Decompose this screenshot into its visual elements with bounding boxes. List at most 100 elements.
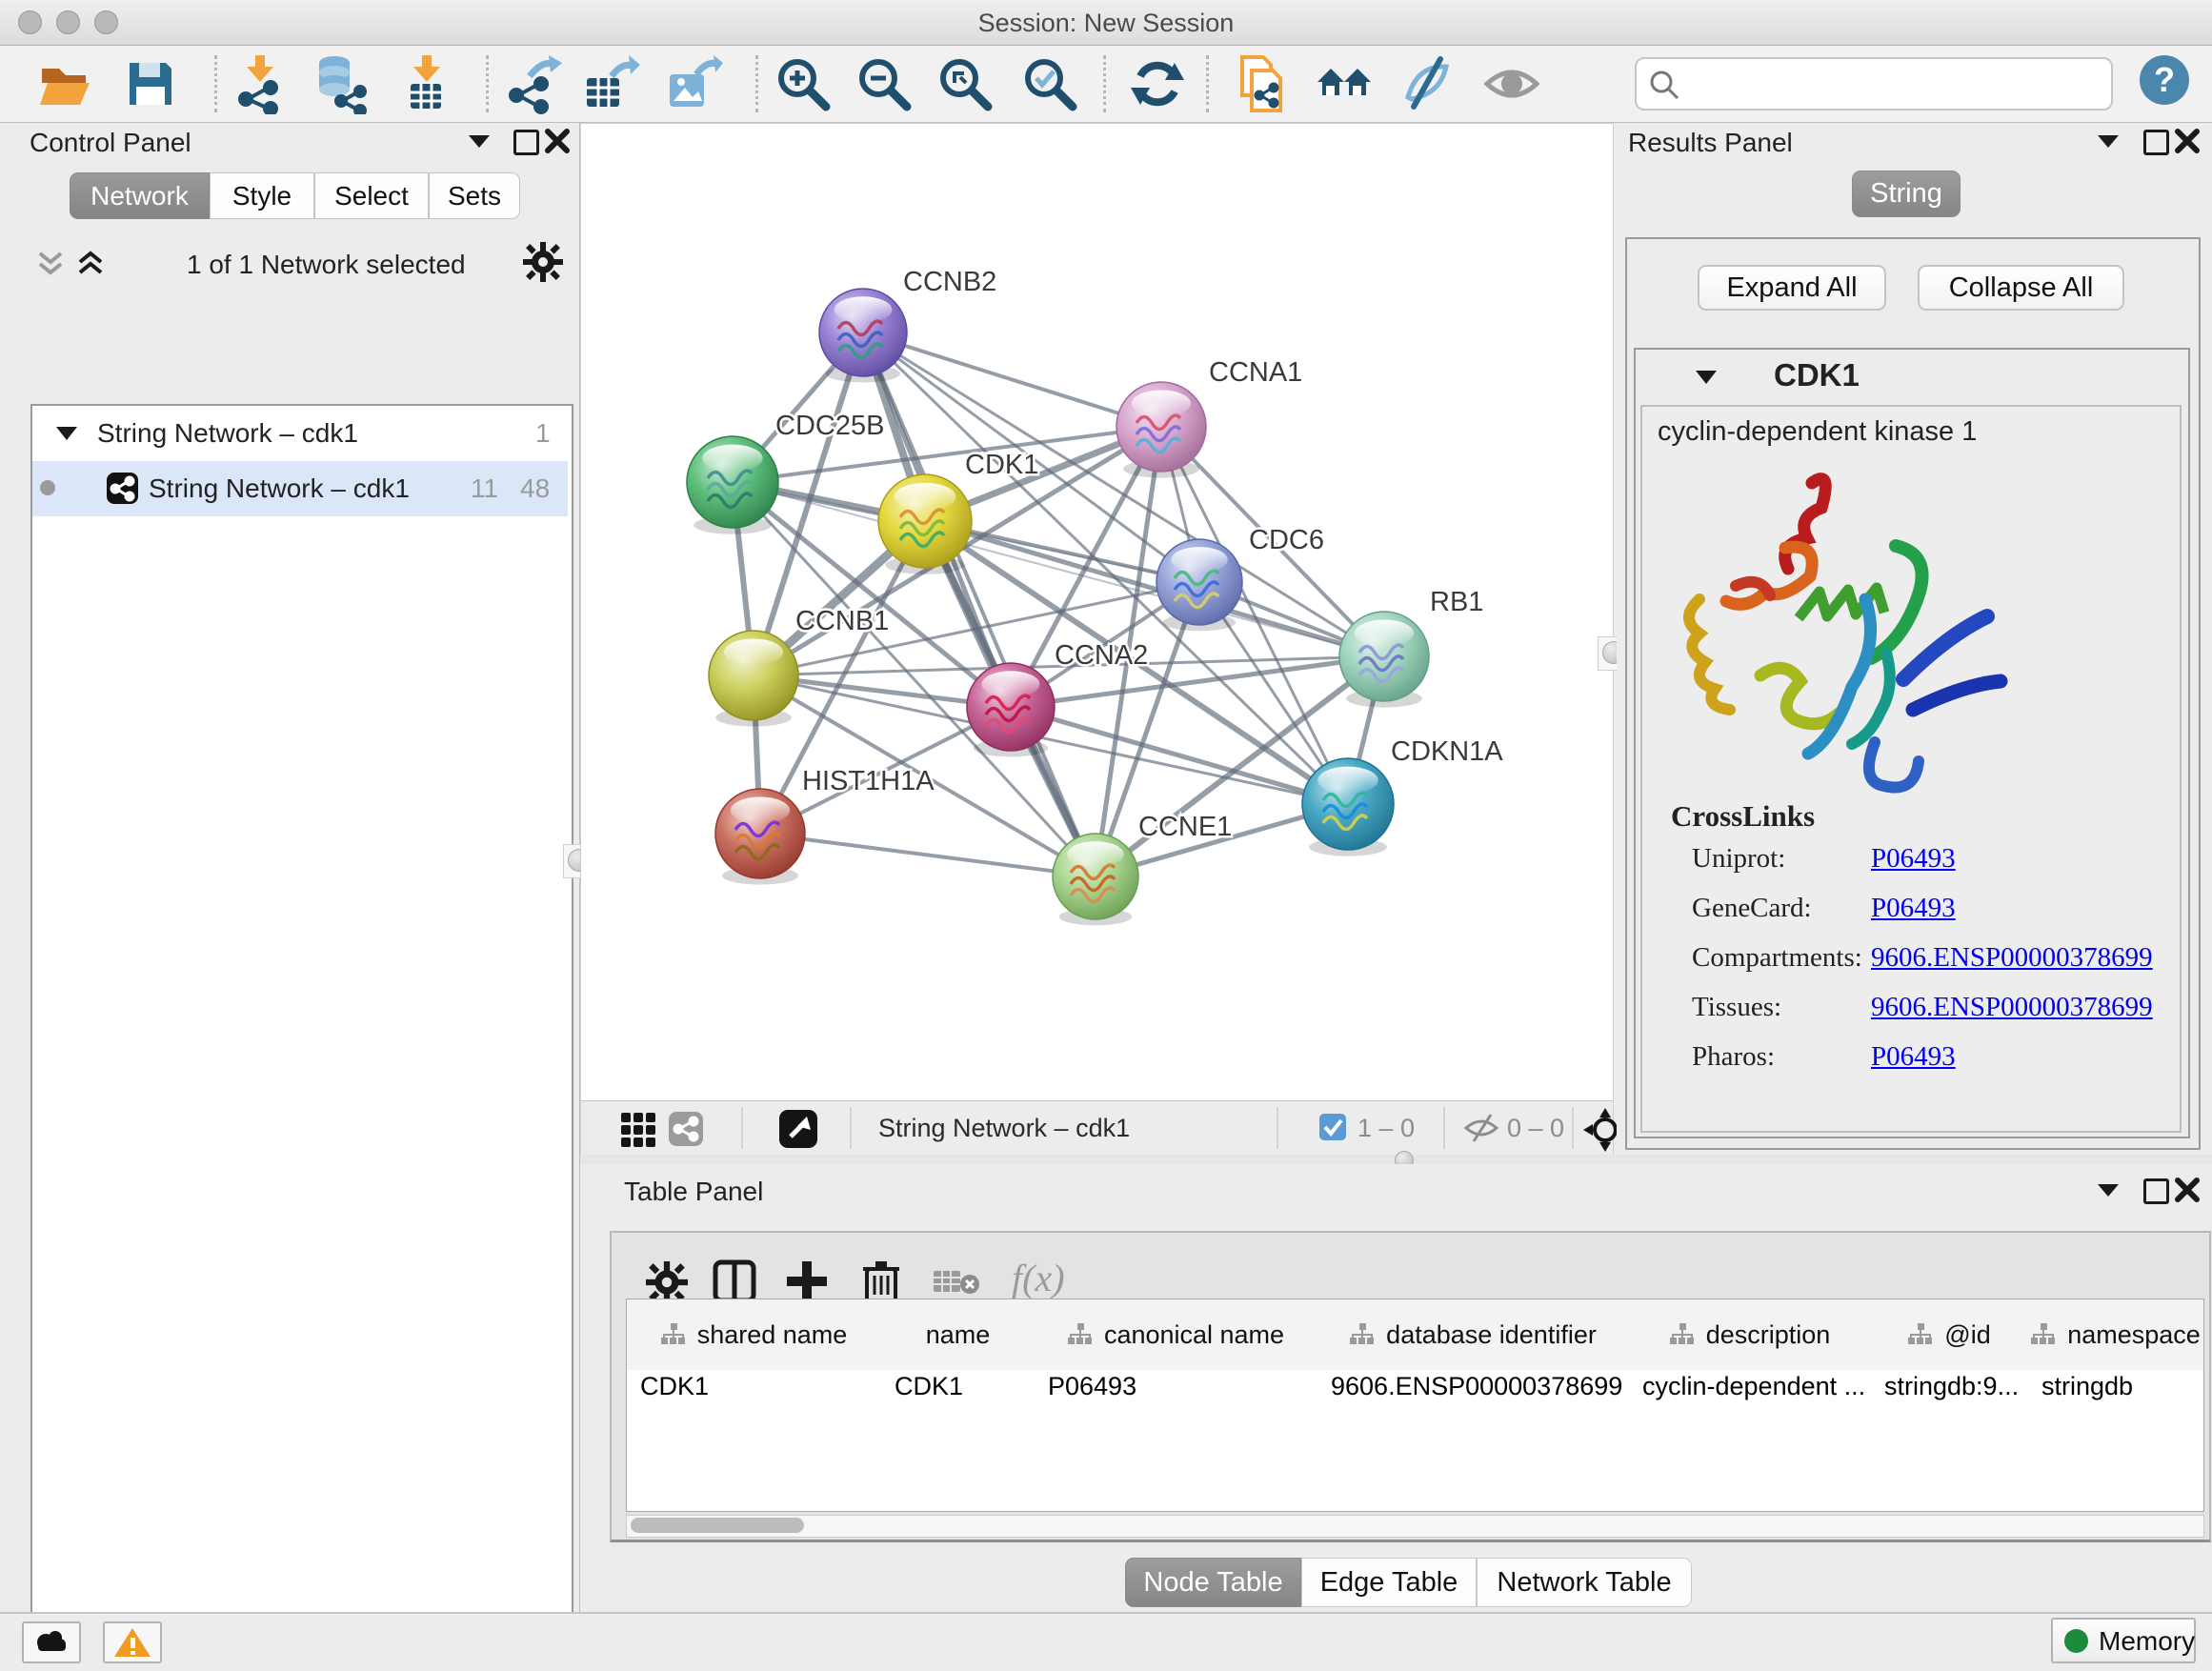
import-network-from-database-button[interactable] — [310, 53, 371, 114]
node-CCNA1[interactable]: CCNA1 — [1116, 357, 1302, 478]
memory-button[interactable]: Memory — [2051, 1618, 2196, 1663]
crosslink-genecard-link[interactable]: P06493 — [1871, 893, 1956, 924]
table-horizontal-scrollbar[interactable] — [626, 1515, 2204, 1538]
gene-section-caret-icon[interactable] — [1696, 371, 1717, 384]
column-header-canonical-name[interactable]: canonical name — [1035, 1299, 1319, 1370]
string-network-graph[interactable]: CCNB2CCNA1CDC25BCDK1CDC6RB1CCNB1CCNA2CDK… — [581, 124, 1613, 1101]
toolbar-separator — [1572, 1107, 1574, 1149]
column-tree-icon — [1350, 1323, 1375, 1346]
collection-caret-icon[interactable] — [56, 427, 77, 440]
table-panel-menu-caret-icon[interactable] — [2098, 1184, 2119, 1197]
collapse-all-button[interactable]: Collapse All — [1918, 265, 2124, 311]
column-header-id[interactable]: @id — [1871, 1299, 2030, 1370]
tab-network-table[interactable]: Network Table — [1477, 1558, 1692, 1607]
grid-view-icon[interactable] — [621, 1113, 655, 1147]
home-networks-button[interactable] — [1314, 53, 1375, 114]
cloud-status-button[interactable] — [22, 1621, 81, 1663]
import-network-button[interactable] — [229, 53, 290, 114]
column-header-namespace[interactable]: namespace — [2028, 1299, 2203, 1370]
column-header-description[interactable]: description — [1629, 1299, 1873, 1370]
birdseye-view-icon[interactable] — [779, 1110, 817, 1148]
zoom-in-button[interactable] — [773, 53, 834, 114]
network-row[interactable]: String Network – cdk1 11 48 — [32, 461, 568, 516]
network-label: String Network – cdk1 — [149, 473, 410, 504]
table-scrollbar-thumb[interactable] — [631, 1518, 804, 1533]
show-column-icon[interactable] — [713, 1259, 756, 1303]
crosslink-compartments-link[interactable]: 9606.ENSP00000378699 — [1871, 942, 2153, 974]
network-options-gear-icon[interactable] — [523, 242, 563, 282]
zoom-selected-button[interactable] — [1019, 53, 1080, 114]
export-table-button[interactable] — [579, 53, 640, 114]
tab-edge-table[interactable]: Edge Table — [1301, 1558, 1477, 1607]
help-button[interactable]: ? — [2136, 51, 2197, 112]
network-view-toolbar: String Network – cdk1 1 – 0 0 – 0 — [580, 1100, 1614, 1157]
apply-layout-button[interactable] — [1127, 53, 1188, 114]
cell-description[interactable]: cyclin-dependent ... — [1629, 1372, 1871, 1416]
zoom-fit-button[interactable] — [935, 53, 995, 114]
crosslink-label: Uniprot: — [1692, 843, 1785, 874]
crosslink-row: Pharos: — [1692, 1041, 1775, 1073]
edge-CCNE1-HIST1H1A[interactable] — [760, 834, 1096, 876]
column-header-name[interactable]: name — [881, 1299, 1036, 1370]
node-label-RB1: RB1 — [1430, 587, 1483, 617]
results-panel-menu-caret-icon[interactable] — [2098, 135, 2119, 148]
node-RB1[interactable]: RB1 — [1339, 587, 1483, 708]
cell-id[interactable]: stringdb:9... — [1871, 1372, 2028, 1416]
node-CDKN1A[interactable]: CDKN1A — [1302, 736, 1503, 856]
open-session-button[interactable] — [34, 53, 95, 114]
tab-string[interactable]: String — [1852, 171, 1961, 217]
cell-shared-name[interactable]: CDK1 — [627, 1372, 881, 1416]
control-panel-float-icon[interactable] — [513, 130, 539, 155]
table-panel-float-icon[interactable] — [2143, 1178, 2169, 1204]
warnings-button[interactable] — [103, 1621, 162, 1663]
crosslink-pharos-link[interactable]: P06493 — [1871, 1041, 1956, 1073]
create-column-icon[interactable] — [785, 1259, 829, 1303]
network-tree: String Network – cdk1 1 String Network –… — [30, 404, 573, 1671]
collapse-tree-icon[interactable] — [74, 248, 107, 276]
crosslink-tissues-link[interactable]: 9606.ENSP00000378699 — [1871, 992, 2153, 1023]
control-panel-close-icon[interactable] — [544, 128, 571, 154]
cell-name[interactable]: CDK1 — [881, 1372, 1035, 1416]
selected-checkbox-icon[interactable] — [1319, 1114, 1346, 1140]
hide-selected-button[interactable] — [1397, 53, 1458, 114]
results-panel-float-icon[interactable] — [2143, 130, 2169, 155]
cell-namespace[interactable]: stringdb — [2028, 1372, 2203, 1416]
node-HIST1H1A[interactable]: HIST1H1A — [715, 766, 935, 885]
gene-description: cyclin-dependent kinase 1 — [1658, 416, 1977, 448]
cell-database-identifier[interactable]: 9606.ENSP00000378699 — [1317, 1372, 1629, 1416]
network-collection-row[interactable]: String Network – cdk1 1 — [32, 406, 568, 461]
selected-counts: 1 – 0 — [1357, 1114, 1415, 1143]
results-panel-close-icon[interactable] — [2174, 128, 2201, 154]
tab-style[interactable]: Style — [210, 172, 314, 219]
network-canvas[interactable]: CCNB2CCNA1CDC25BCDK1CDC6RB1CCNB1CCNA2CDK… — [580, 123, 1614, 1102]
tab-select[interactable]: Select — [314, 172, 429, 219]
cell-canonical-name[interactable]: P06493 — [1035, 1372, 1317, 1416]
table-gear-icon[interactable] — [646, 1261, 688, 1303]
import-table-button[interactable] — [395, 53, 456, 114]
edge-CCNB2-CCNA1[interactable] — [863, 332, 1161, 427]
show-all-button[interactable] — [1481, 53, 1542, 114]
expand-all-button[interactable]: Expand All — [1698, 265, 1886, 311]
save-session-button[interactable] — [120, 53, 181, 114]
node-label-CCNA2: CCNA2 — [1055, 640, 1148, 671]
crosslink-uniprot-link[interactable]: P06493 — [1871, 843, 1956, 875]
column-header-shared-name[interactable]: shared name — [627, 1299, 883, 1370]
node-gloss-highlight — [731, 796, 790, 823]
node-CCNE1[interactable]: CCNE1 — [1053, 812, 1232, 925]
tab-sets[interactable]: Sets — [429, 172, 520, 219]
node-gloss-highlight — [1132, 390, 1191, 416]
network-type-share-icon[interactable] — [669, 1112, 703, 1146]
control-panel-menu-caret-icon[interactable] — [469, 135, 490, 148]
export-network-button[interactable] — [501, 53, 562, 114]
export-image-button[interactable] — [662, 53, 723, 114]
tab-node-table[interactable]: Node Table — [1125, 1558, 1301, 1607]
delete-column-icon[interactable] — [859, 1258, 903, 1303]
search-input[interactable] — [1635, 57, 2113, 111]
column-header-database-identifier[interactable]: database identifier — [1317, 1299, 1631, 1370]
table-panel-close-icon[interactable] — [2174, 1177, 2201, 1203]
node-table[interactable]: shared name name canonical name database… — [626, 1299, 2204, 1512]
expand-tree-icon[interactable] — [34, 250, 67, 278]
clone-network-button[interactable] — [1231, 53, 1292, 114]
zoom-out-button[interactable] — [854, 53, 915, 114]
tab-network[interactable]: Network — [70, 172, 210, 219]
